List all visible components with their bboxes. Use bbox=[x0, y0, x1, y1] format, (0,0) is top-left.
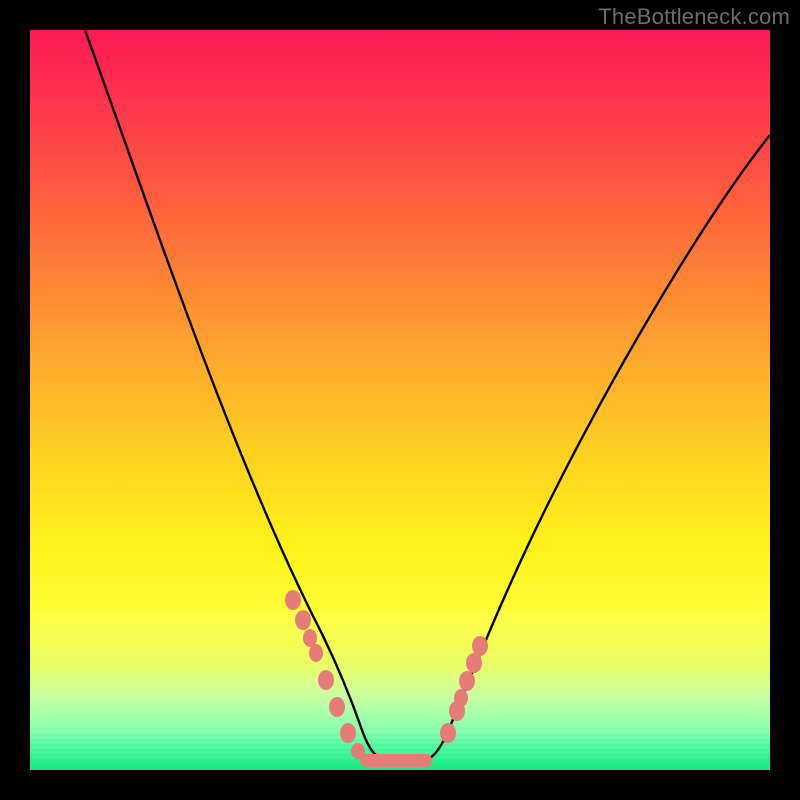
marker-dot bbox=[295, 610, 311, 630]
marker-dot bbox=[285, 590, 301, 610]
marker-dot bbox=[472, 636, 488, 656]
watermark-text: TheBottleneck.com bbox=[598, 4, 790, 30]
marker-dot bbox=[340, 723, 356, 743]
chart-frame: TheBottleneck.com bbox=[0, 0, 800, 800]
plot-area bbox=[30, 30, 770, 770]
marker-dot bbox=[466, 653, 482, 673]
marker-dot bbox=[351, 743, 365, 759]
marker-dot bbox=[329, 697, 345, 717]
marker-dot bbox=[309, 644, 323, 662]
marker-dot bbox=[440, 723, 456, 743]
right-marker-cluster bbox=[440, 636, 488, 743]
marker-dot bbox=[318, 670, 334, 690]
marker-dot bbox=[454, 689, 468, 707]
curve-svg bbox=[30, 30, 770, 770]
flat-segment-marker bbox=[360, 754, 432, 767]
bottleneck-curve bbox=[85, 30, 770, 761]
left-marker-cluster bbox=[285, 590, 365, 759]
marker-dot bbox=[459, 671, 475, 691]
